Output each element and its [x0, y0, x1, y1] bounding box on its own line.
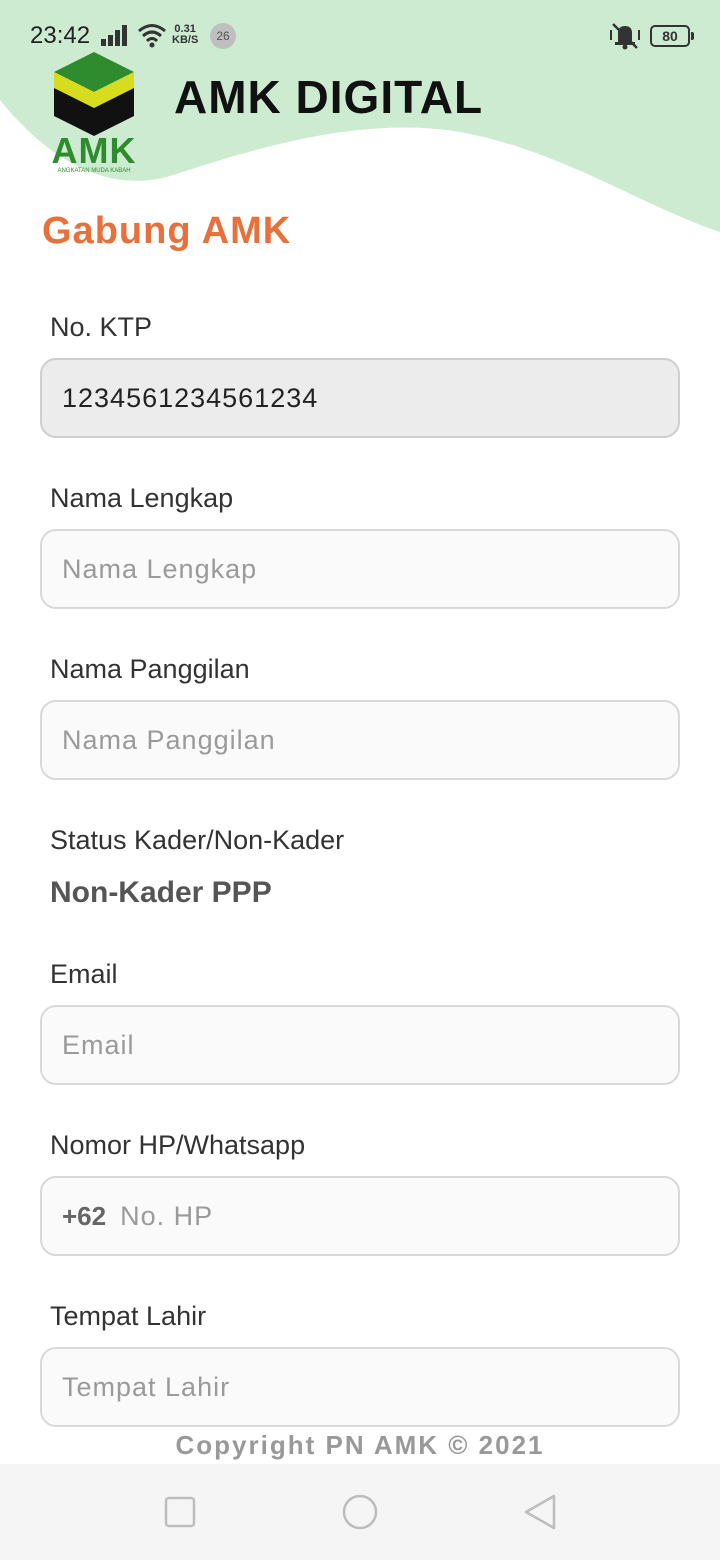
copyright-text: Copyright PN AMK © 2021: [175, 1430, 545, 1460]
kaaba-icon: [54, 52, 134, 136]
birthplace-input[interactable]: [62, 1371, 678, 1403]
phone-field-container: +62: [40, 1176, 680, 1256]
network-speed: 0.31 KB/S: [172, 23, 199, 46]
signal-icon: [101, 25, 127, 46]
amk-logo: AMK ANGKATAN MUDA KABAH: [48, 50, 140, 178]
email-label: Email: [50, 959, 118, 989]
ktp-field-container: [40, 358, 680, 438]
birthplace-label: Tempat Lahir: [50, 1301, 207, 1331]
nickname-field-container: [40, 700, 680, 780]
recent-apps-icon[interactable]: [160, 1494, 200, 1530]
logo-text: AMK: [51, 130, 137, 171]
logo-subtext: ANGKATAN MUDA KABAH: [57, 168, 131, 174]
nickname-label: Nama Panggilan: [50, 654, 250, 684]
vibrate-mute-icon: [610, 23, 640, 50]
app-title: AMK DIGITAL: [174, 71, 484, 123]
phone-label: Nomor HP/Whatsapp: [50, 1130, 306, 1160]
status-time: 23:42: [30, 22, 91, 49]
back-icon[interactable]: [520, 1494, 560, 1530]
full-name-input[interactable]: [62, 553, 678, 585]
ktp-input[interactable]: [62, 382, 678, 414]
email-field-container: [40, 1005, 680, 1085]
nickname-input[interactable]: [62, 724, 678, 756]
status-value: Non-Kader PPP: [50, 876, 272, 909]
ktp-label: No. KTP: [50, 312, 153, 342]
status-label: Status Kader/Non-Kader: [50, 825, 345, 855]
battery-indicator: 80: [650, 25, 694, 47]
full-name-field-container: [40, 529, 680, 609]
email-input[interactable]: [62, 1029, 678, 1061]
full-name-label: Nama Lengkap: [50, 483, 234, 513]
home-icon[interactable]: [340, 1494, 380, 1530]
system-navigation-bar: [0, 1464, 720, 1560]
birthplace-field-container: [40, 1347, 680, 1427]
page-title: Gabung AMK: [42, 210, 292, 252]
phone-input[interactable]: [120, 1200, 678, 1232]
wifi-icon: [138, 24, 166, 48]
phone-prefix: +62: [62, 1200, 107, 1231]
notification-count-badge: 26: [210, 23, 236, 49]
